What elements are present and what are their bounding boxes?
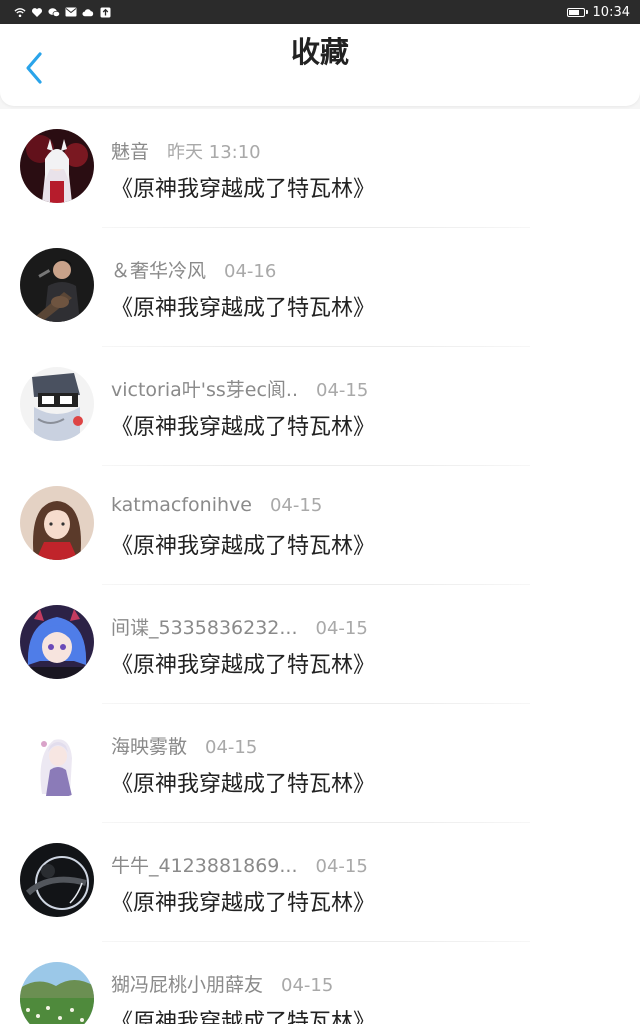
user-name[interactable]: victoria叶'ss芽ec阆..: [111, 375, 298, 402]
avatar[interactable]: [20, 962, 94, 1024]
avatar[interactable]: [20, 605, 94, 679]
list-item[interactable]: ＆奢华冷风 04-16 《原神我穿越成了特瓦林》: [0, 228, 640, 347]
avatar[interactable]: [20, 129, 94, 203]
wechat-icon: [48, 6, 60, 18]
wifi-icon: [14, 6, 26, 18]
work-title[interactable]: 《原神我穿越成了特瓦林》: [111, 409, 375, 441]
user-name[interactable]: 间谍_5335836232...: [111, 613, 298, 640]
work-title[interactable]: 《原神我穿越成了特瓦林》: [111, 528, 375, 560]
back-button[interactable]: [16, 50, 52, 90]
user-name[interactable]: katmacfonihve: [111, 494, 252, 516]
status-bar: 10:34: [0, 0, 640, 24]
work-title[interactable]: 《原神我穿越成了特瓦林》: [111, 1004, 375, 1024]
user-name[interactable]: 猢冯屁桃小朋薛友: [111, 970, 263, 997]
favorites-list: 魅音 昨天 13:10 《原神我穿越成了特瓦林》 ＆奢华冷风 04-16 《原神我穿越成了…: [0, 109, 640, 1024]
list-item[interactable]: victoria叶'ss芽ec阆.. 04-15 《原神我穿越成了特瓦林》: [0, 347, 640, 466]
cloud-icon: [82, 6, 94, 18]
timestamp: 04-16: [224, 261, 277, 282]
timestamp: 04-15: [205, 737, 258, 758]
timestamp: 04-15: [315, 618, 368, 639]
upload-icon: [99, 6, 111, 18]
work-title[interactable]: 《原神我穿越成了特瓦林》: [111, 171, 375, 203]
battery-icon: [566, 7, 588, 17]
avatar[interactable]: [20, 248, 94, 322]
list-item[interactable]: 猢冯屁桃小朋薛友 04-15 《原神我穿越成了特瓦林》: [0, 942, 640, 1024]
list-item[interactable]: 海映雾散 04-15 《原神我穿越成了特瓦林》: [0, 704, 640, 823]
item-meta: 牛牛_4123881869... 04-15: [111, 851, 368, 878]
timestamp: 04-15: [269, 495, 323, 516]
shield-icon: [31, 6, 43, 18]
item-meta: 海映雾散 04-15: [111, 732, 257, 759]
item-meta: victoria叶'ss芽ec阆.. 04-15: [111, 375, 368, 402]
list-item[interactable]: katmacfonihve 04-15 《原神我穿越成了特瓦林》: [0, 466, 640, 585]
item-meta: katmacfonihve 04-15: [111, 494, 322, 516]
chevron-left-icon: [23, 51, 45, 89]
timestamp: 04-15: [316, 380, 369, 401]
item-meta: 猢冯屁桃小朋薛友 04-15: [111, 970, 333, 997]
mail-icon: [65, 6, 77, 18]
work-title[interactable]: 《原神我穿越成了特瓦林》: [111, 885, 375, 917]
item-meta: 间谍_5335836232... 04-15: [111, 613, 368, 640]
user-name[interactable]: ＆奢华冷风: [111, 256, 206, 283]
header: [0, 24, 640, 106]
user-name[interactable]: 海映雾散: [111, 732, 187, 759]
work-title[interactable]: 《原神我穿越成了特瓦林》: [111, 290, 375, 322]
user-name[interactable]: 魅音: [111, 137, 149, 164]
avatar[interactable]: [20, 367, 94, 441]
list-item[interactable]: 魅音 昨天 13:10 《原神我穿越成了特瓦林》: [0, 109, 640, 228]
item-meta: ＆奢华冷风 04-16: [111, 256, 276, 283]
status-time: 10:34: [592, 4, 630, 20]
item-meta: 魅音 昨天 13:10: [111, 137, 261, 164]
user-name[interactable]: 牛牛_4123881869...: [111, 851, 298, 878]
work-title[interactable]: 《原神我穿越成了特瓦林》: [111, 647, 375, 679]
avatar[interactable]: [20, 843, 94, 917]
timestamp: 04-15: [315, 856, 368, 877]
work-title[interactable]: 《原神我穿越成了特瓦林》: [111, 766, 375, 798]
avatar[interactable]: [20, 724, 94, 798]
list-item[interactable]: 牛牛_4123881869... 04-15 《原神我穿越成了特瓦林》: [0, 823, 640, 942]
timestamp: 昨天 13:10: [167, 142, 261, 163]
timestamp: 04-15: [281, 975, 334, 996]
status-icons: [14, 6, 111, 18]
list-item[interactable]: 间谍_5335836232... 04-15 《原神我穿越成了特瓦林》: [0, 585, 640, 704]
avatar[interactable]: [20, 486, 94, 560]
